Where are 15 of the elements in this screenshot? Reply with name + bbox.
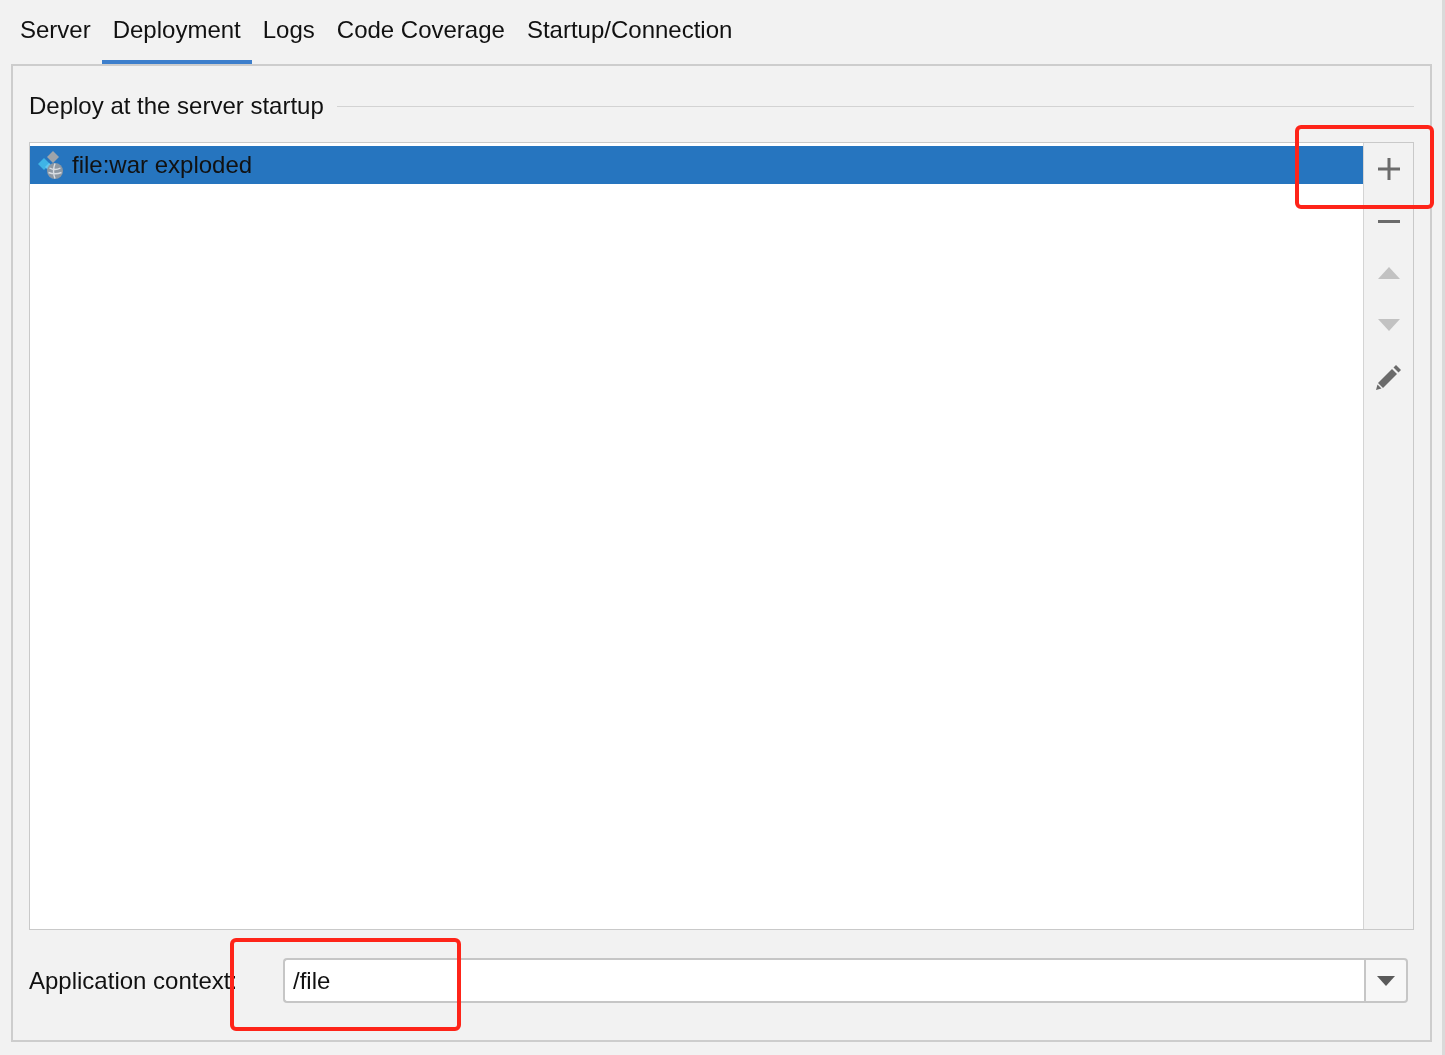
tab[interactable]: Server [9, 0, 102, 64]
section-title: Deploy at the server startup [29, 92, 324, 120]
pencil-icon [1375, 363, 1402, 391]
down-triangle-icon [1377, 319, 1400, 331]
tab[interactable]: Code Coverage [325, 0, 516, 64]
up-triangle-icon [1377, 267, 1400, 279]
plus-icon [1377, 158, 1400, 180]
minus-icon [1377, 219, 1400, 223]
dropdown-button[interactable] [1364, 958, 1408, 1003]
tab[interactable]: Startup/Connection [515, 0, 744, 64]
context-input[interactable]: /file [283, 958, 1364, 1003]
tab[interactable]: Logs [251, 0, 326, 64]
artifact-list-item[interactable]: file:war exploded [30, 146, 1363, 184]
tab[interactable]: Deployment [101, 0, 252, 64]
caret-icon [1377, 975, 1395, 986]
